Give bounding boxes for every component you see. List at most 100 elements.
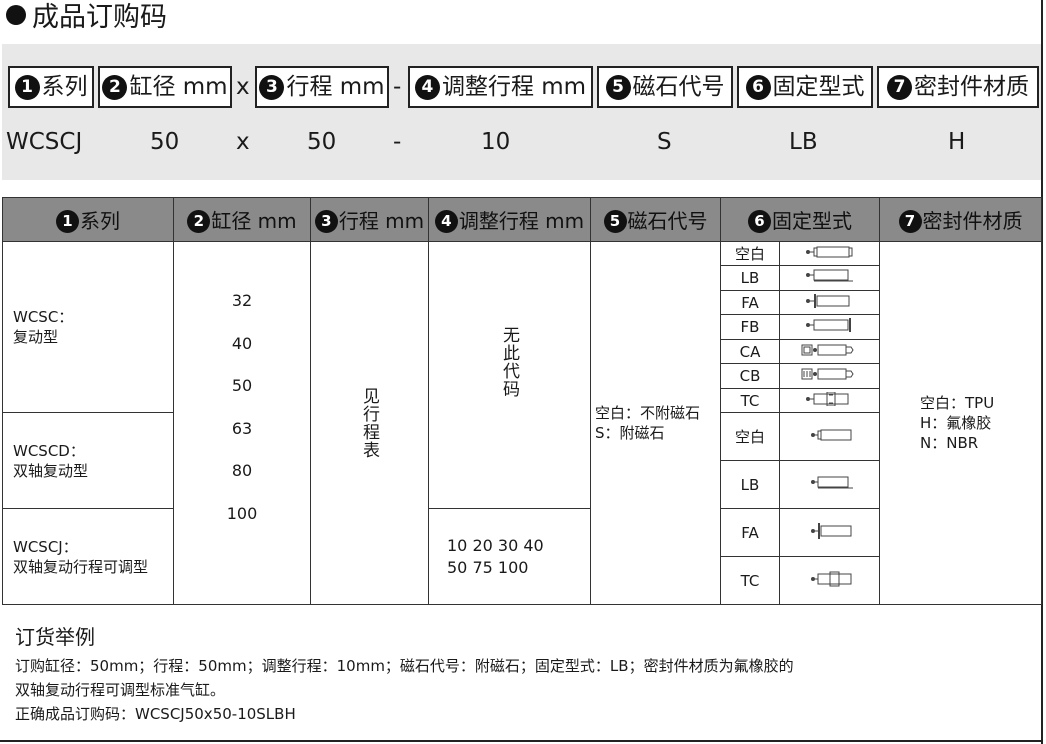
code-box-magnet: 5 磁石代号 <box>597 66 733 108</box>
cylinder-trunnion-icon <box>779 388 880 413</box>
bore-value: 40 <box>231 333 253 353</box>
series-desc: 双轴复动型 <box>13 461 89 480</box>
mount-code: TC <box>720 556 780 605</box>
header-label: 行程 mm <box>338 209 425 233</box>
mount-code: FB <box>720 314 780 340</box>
code-box-seal: 7 密封件材质 <box>877 66 1039 108</box>
cylinder-trunnion-icon <box>779 556 880 605</box>
example-adjust: 10 <box>481 129 511 155</box>
page-title: 成品订购码 <box>6 2 167 34</box>
frame-bottom-border <box>0 740 1043 742</box>
bore-value: 50 <box>231 376 253 395</box>
code-box-adjust: 4 调整行程 mm <box>408 66 593 108</box>
number-badge: 2 <box>187 210 211 233</box>
magnet-option: 空白：不附磁石 <box>595 404 701 422</box>
code-box-label: 系列 <box>41 74 88 100</box>
table-header-row: 1 系列 2 缸径 mm 3 行程 mm 4 调整行程 mm 5 磁石代号 6 固定型式 7… <box>2 197 1042 242</box>
adjust-none-text: 无此代码 <box>499 326 519 398</box>
code-box-bore: 2 缸径 mm <box>98 66 232 108</box>
header-label: 磁石代号 <box>627 209 708 233</box>
bore-value: 100 <box>226 503 258 523</box>
number-badge: 1 <box>14 75 40 100</box>
bore-spacer <box>174 242 310 280</box>
code-box-label: 密封件材质 <box>914 74 1029 100</box>
stroke-cell: 见行程表 <box>310 241 429 605</box>
series-code: WCSC： <box>13 308 74 326</box>
example-series: WCSCJ <box>6 129 83 155</box>
number-badge: 4 <box>434 210 458 233</box>
cylinder-basic-icon <box>779 241 880 266</box>
header-bore: 2 缸径 mm <box>173 197 311 242</box>
bullet-icon <box>6 5 26 25</box>
cylinder-basic-icon <box>779 412 880 461</box>
header-label: 密封件材质 <box>922 209 1023 233</box>
code-separator-dash: - <box>393 74 402 100</box>
cylinder-foot-icon <box>779 265 880 291</box>
number-badge: 3 <box>314 210 338 233</box>
mount-code: TC <box>720 388 780 413</box>
example-heading: 订货举例 <box>15 625 95 649</box>
example-mount: LB <box>789 129 818 155</box>
example-line: 双轴复动行程可调型标准气缸。 <box>15 681 226 699</box>
example-line: 订购缸径：50mm；行程：50mm；调整行程：10mm；磁石代号：附磁石；固定型… <box>15 657 794 675</box>
cylinder-clevis-icon <box>779 339 880 364</box>
code-box-label: 行程 mm <box>286 74 385 100</box>
number-badge: 7 <box>898 210 922 233</box>
header-series: 1 系列 <box>2 197 174 242</box>
cylinder-front-flange-icon <box>779 508 880 557</box>
example-magnet: S <box>657 129 672 155</box>
number-badge: 4 <box>414 75 440 100</box>
number-badge: 5 <box>603 210 627 233</box>
mount-code: FA <box>720 290 780 315</box>
mount-code: FA <box>720 508 780 557</box>
code-box-stroke: 3 行程 mm <box>255 66 389 108</box>
header-label: 缸径 mm <box>211 209 297 233</box>
header-label: 系列 <box>80 209 120 233</box>
mount-code: 空白 <box>720 241 780 266</box>
series-cell-wcscj: WCSCJ： 双轴复动行程可调型 <box>2 508 174 605</box>
cylinder-front-flange-icon <box>779 290 880 315</box>
bore-value: 32 <box>231 291 253 310</box>
adjust-values: 10 20 30 40 <box>447 535 544 555</box>
mount-code: LB <box>720 460 780 509</box>
series-code: WCSCD： <box>13 441 85 460</box>
header-stroke: 3 行程 mm <box>310 197 429 242</box>
series-desc: 复动型 <box>13 328 59 346</box>
number-badge: 1 <box>56 210 79 233</box>
mount-code: LB <box>720 265 780 291</box>
table-row: WCSC： 复动型 32 40 50 63 80 100 见行程表 无此代码 空白… <box>2 241 1042 605</box>
example-dash: - <box>393 129 402 155</box>
header-mount: 6 固定型式 <box>720 197 880 242</box>
page-title-text: 成品订购码 <box>32 2 167 33</box>
series-code: WCSCJ： <box>13 537 78 556</box>
bore-list: 32 40 50 63 80 100 <box>173 241 311 605</box>
header-seal: 7 密封件材质 <box>879 197 1042 242</box>
bore-value: 63 <box>231 418 253 438</box>
mount-code: CB <box>720 363 780 389</box>
series-cell-wcscd: WCSCD： 双轴复动型 <box>2 412 174 509</box>
example-stroke: 50 <box>307 129 337 155</box>
mount-code: 空白 <box>720 412 780 461</box>
code-box-mount: 6 固定型式 <box>737 66 873 108</box>
header-label: 调整行程 mm <box>458 209 585 233</box>
example-bore: 50 <box>150 129 180 155</box>
code-box-label: 缸径 mm <box>129 74 228 100</box>
header-adjust: 4 调整行程 mm <box>428 197 591 242</box>
number-badge: 5 <box>605 75 631 100</box>
header-label: 固定型式 <box>772 209 852 233</box>
seal-option: 空白：TPU <box>920 394 995 412</box>
bore-value: 80 <box>231 461 253 480</box>
cylinder-rear-flange-icon <box>779 314 880 340</box>
mount-code: CA <box>720 339 780 364</box>
example-seal: H <box>948 129 966 155</box>
adjust-values-cell: 10 20 30 40 50 75 100 <box>428 508 591 605</box>
example-line: 正确成品订购码：WCSCJ50x50-10SLBH <box>15 705 296 723</box>
code-box-label: 固定型式 <box>772 74 865 100</box>
series-cell-wcsc: WCSC： 复动型 <box>2 241 174 413</box>
code-separator-x: x <box>236 74 250 100</box>
number-badge: 3 <box>259 75 285 100</box>
number-badge: 2 <box>102 75 128 100</box>
stroke-note: 见行程表 <box>359 387 379 459</box>
number-badge: 6 <box>748 210 771 233</box>
seal-option: H：氟橡胶 <box>920 414 992 432</box>
